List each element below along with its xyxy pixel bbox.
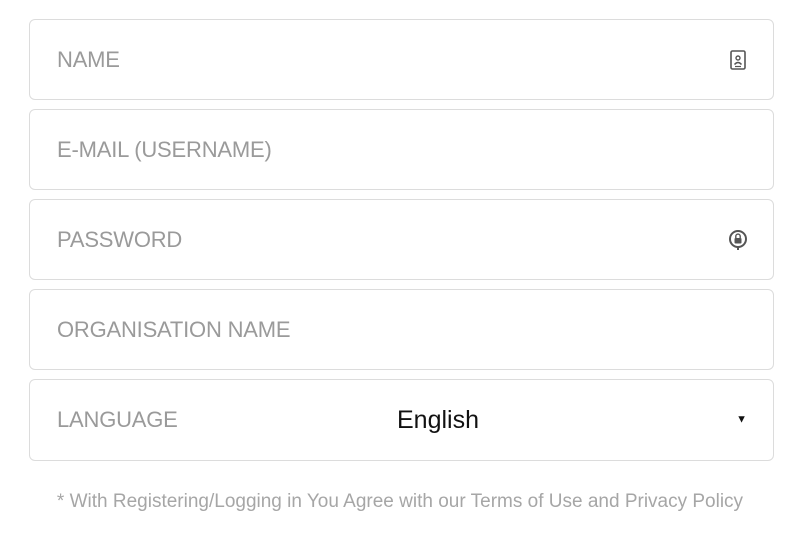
name-input[interactable]	[30, 20, 773, 99]
language-label: LANGUAGE	[57, 407, 178, 432]
password-input[interactable]	[30, 200, 773, 279]
legal-text-prefix: * With Registering/Logging in You Agree …	[56, 491, 471, 512]
language-selected-value: English	[397, 405, 479, 434]
organisation-field-container	[29, 289, 774, 370]
signup-form: LANGUAGE English ▼	[29, 19, 774, 470]
language-select[interactable]: English ▼	[380, 380, 773, 460]
email-field-container	[29, 109, 774, 190]
name-field-container	[29, 19, 774, 100]
organisation-input[interactable]	[30, 290, 773, 369]
contact-card-icon	[727, 49, 749, 71]
terms-of-use-link[interactable]: Terms of Use	[471, 491, 583, 512]
language-field-container: LANGUAGE English ▼	[29, 379, 774, 461]
password-field-container	[29, 199, 774, 280]
password-lock-icon[interactable]	[727, 229, 749, 251]
privacy-policy-link[interactable]: Privacy Policy	[625, 491, 743, 512]
legal-text-and: and	[582, 491, 625, 512]
dropdown-caret-icon: ▼	[736, 413, 747, 426]
email-input[interactable]	[30, 110, 773, 189]
legal-notice: * With Registering/Logging in You Agree …	[40, 489, 760, 515]
